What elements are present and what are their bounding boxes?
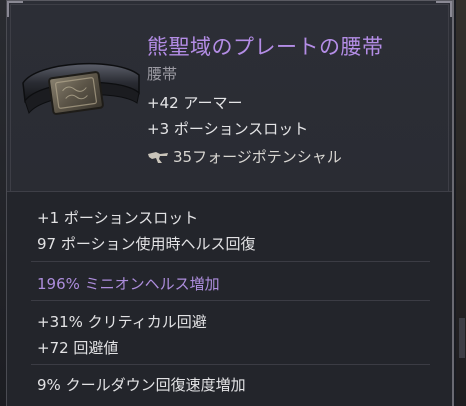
forge-potential-label: 35フォージポテンシャル bbox=[173, 148, 342, 166]
item-tooltip: 熊聖域のプレートの腰帯 腰帯 +42 アーマー +3 ポーションスロット 35フ… bbox=[6, 0, 454, 406]
hammer-icon bbox=[148, 151, 168, 163]
affix-dodge-rating: +72 回避値 bbox=[37, 339, 119, 357]
affix-minion-health: 196% ミニオンヘルス増加 bbox=[37, 275, 220, 293]
item-type: 腰帯 bbox=[147, 65, 178, 83]
belt-icon bbox=[22, 62, 140, 115]
affix-list: +1 ポーションスロット 97 ポーション使用時ヘルス回復 196% ミニオンヘ… bbox=[7, 192, 452, 406]
tooltip-header: 熊聖域のプレートの腰帯 腰帯 +42 アーマー +3 ポーションスロット 35フ… bbox=[7, 1, 452, 191]
forge-potential: 35フォージポテンシャル bbox=[147, 146, 342, 167]
affix-separator bbox=[31, 300, 430, 301]
item-name: 熊聖域のプレートの腰帯 bbox=[147, 35, 384, 59]
affix-critical-avoidance: +31% クリティカル回避 bbox=[37, 313, 207, 331]
affix-separator bbox=[31, 364, 430, 365]
implicit-potion-slots: +3 ポーションスロット bbox=[147, 120, 309, 138]
implicit-armor: +42 アーマー bbox=[147, 94, 243, 112]
side-frame-notch bbox=[459, 318, 465, 358]
affix-cooldown-recovery: 9% クールダウン回復速度増加 bbox=[37, 376, 246, 394]
affix-potion-heal: 97 ポーション使用時ヘルス回復 bbox=[37, 235, 256, 253]
affix-potion-slot: +1 ポーションスロット bbox=[37, 209, 199, 227]
affix-separator bbox=[31, 261, 430, 262]
